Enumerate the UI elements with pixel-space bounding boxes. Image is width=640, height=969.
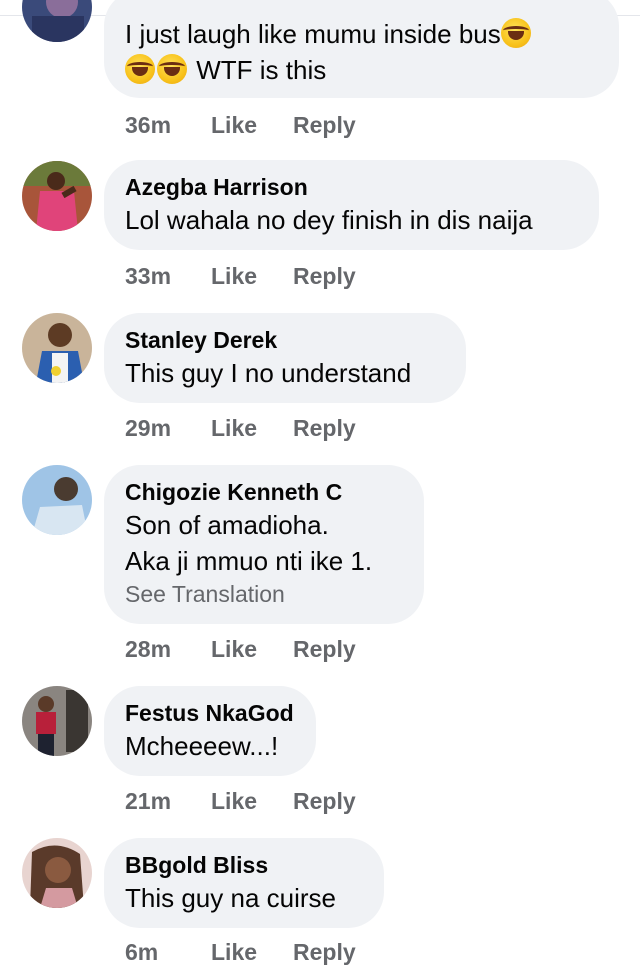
comment-text: This guy I no understand: [125, 358, 412, 388]
commenter-name[interactable]: Festus NkaGod: [125, 698, 294, 728]
reply-button[interactable]: Reply: [293, 939, 356, 966]
commenter-name[interactable]: BBgold Bliss: [125, 850, 362, 880]
avatar[interactable]: [22, 465, 92, 535]
reply-button[interactable]: Reply: [293, 112, 356, 139]
commenter-name[interactable]: Chigozie Kenneth C: [125, 477, 402, 507]
avatar[interactable]: [22, 838, 92, 908]
avatar[interactable]: [22, 0, 92, 42]
reply-button[interactable]: Reply: [293, 415, 356, 442]
reply-button[interactable]: Reply: [293, 788, 356, 815]
comment-actions: 6m Like Reply: [125, 935, 356, 969]
reply-button[interactable]: Reply: [293, 263, 356, 290]
comment-text: Mcheeeew...!: [125, 731, 279, 761]
commenter-name[interactable]: Azegba Harrison: [125, 172, 577, 202]
comment-bubble[interactable]: Azegba Harrison Lol wahala no dey finish…: [104, 160, 599, 250]
reply-button[interactable]: Reply: [293, 636, 356, 663]
comment-actions: 21m Like Reply: [125, 784, 356, 818]
like-button[interactable]: Like: [211, 788, 293, 815]
comment-text-line-2: WTF is this: [125, 52, 597, 88]
laughing-emoji-icon: [157, 54, 187, 84]
comment-text-line-1: I just laugh like mumu inside bus: [125, 16, 597, 52]
comment-bubble[interactable]: Chigozie Kenneth C Son of amadioha. Aka …: [104, 465, 424, 624]
comment-bubble[interactable]: Festus NkaGod Mcheeeew...!: [104, 686, 316, 776]
comment-actions: 33m Like Reply: [125, 259, 356, 293]
comment-bubble[interactable]: BBgold Bliss This guy na cuirse: [104, 838, 384, 928]
comment-bubble[interactable]: Stanley Derek This guy I no understand: [104, 313, 466, 403]
comment-timestamp: 33m: [125, 262, 172, 289]
comment-timestamp: 36m: [125, 111, 172, 138]
like-button[interactable]: Like: [211, 636, 293, 663]
comment-timestamp: 28m: [125, 635, 172, 662]
comment-timestamp: 21m: [125, 787, 172, 814]
like-button[interactable]: Like: [211, 263, 293, 290]
comment-bubble[interactable]: I just laugh like mumu inside bus WTF is…: [104, 0, 619, 98]
comment-text: This guy na cuirse: [125, 883, 336, 913]
comment-timestamp: 29m: [125, 414, 172, 441]
comment-text-line-1: Son of amadioha.: [125, 510, 329, 540]
like-button[interactable]: Like: [211, 939, 293, 966]
commenter-name[interactable]: Stanley Derek: [125, 325, 444, 355]
comment-timestamp: 6m: [125, 938, 159, 965]
comment-actions: 28m Like Reply: [125, 632, 356, 666]
comment-text: Lol wahala no dey finish in dis naija: [125, 205, 533, 235]
like-button[interactable]: Like: [211, 415, 293, 442]
avatar[interactable]: [22, 161, 92, 231]
laughing-emoji-icon: [500, 18, 531, 48]
comment-actions: 36m Like Reply: [125, 108, 356, 142]
laughing-emoji-icon: [125, 54, 155, 84]
avatar[interactable]: [22, 686, 92, 756]
comment-text-line-2: Aka ji mmuo nti ike 1.: [125, 546, 373, 576]
like-button[interactable]: Like: [211, 112, 293, 139]
avatar[interactable]: [22, 313, 92, 383]
comment-actions: 29m Like Reply: [125, 411, 356, 445]
see-translation-link[interactable]: See Translation: [125, 579, 402, 609]
